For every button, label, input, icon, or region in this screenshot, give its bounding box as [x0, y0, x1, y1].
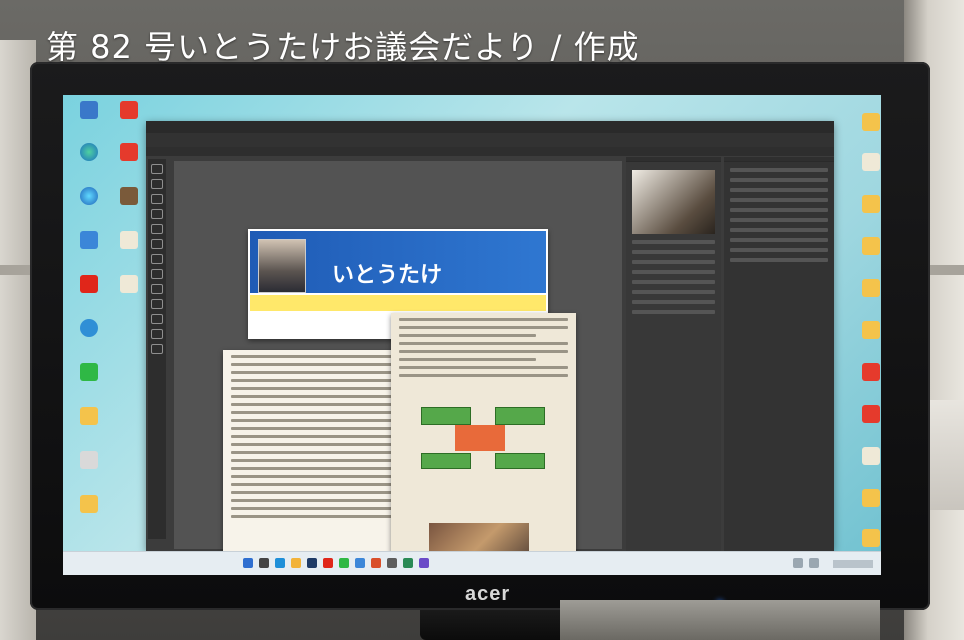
system-tray-icon[interactable] [809, 558, 819, 568]
panel-row [730, 258, 828, 262]
diagram-box [495, 453, 545, 469]
newsletter-header: いとうたけ [250, 231, 546, 293]
eyedropper-tool-icon[interactable] [151, 224, 163, 234]
document-file-icon[interactable] [111, 275, 147, 293]
document-page [391, 313, 576, 575]
folder-icon[interactable] [853, 237, 881, 255]
panel-row [730, 168, 828, 172]
panel-row [730, 218, 828, 222]
clock[interactable] [833, 560, 873, 568]
diagram-box [495, 407, 545, 425]
brush-tool-icon[interactable] [151, 239, 163, 249]
app-icon[interactable] [71, 231, 107, 249]
panel-row [730, 178, 828, 182]
paper-heap [560, 600, 880, 640]
folder-icon[interactable] [853, 489, 881, 507]
document-file-icon[interactable] [111, 231, 147, 249]
folder-icon[interactable] [853, 279, 881, 297]
panel-row [632, 250, 715, 254]
taskbar-app-icon[interactable] [371, 558, 381, 568]
document-file-icon[interactable] [111, 187, 147, 205]
panel-row [730, 198, 828, 202]
gradient-tool-icon[interactable] [151, 284, 163, 294]
panel-row [632, 280, 715, 284]
document-file-icon[interactable] [853, 447, 881, 465]
panel-row [730, 208, 828, 212]
folder-icon[interactable] [853, 321, 881, 339]
monitor-screen: いとうたけ [63, 95, 881, 575]
document-tab[interactable] [146, 147, 834, 156]
app-icon[interactable] [71, 451, 107, 469]
document-file-icon[interactable] [853, 153, 881, 171]
pdf-file-icon[interactable] [853, 363, 881, 381]
panel-row [730, 188, 828, 192]
desktop-icon[interactable] [111, 101, 147, 119]
line-app-icon[interactable] [71, 363, 107, 381]
tools-panel [148, 159, 166, 539]
folder-icon[interactable] [853, 113, 881, 131]
panel-row [632, 240, 715, 244]
monitor-logo: acer [465, 583, 511, 605]
folder-icon[interactable] [71, 495, 107, 513]
taskbar-app-icon[interactable] [355, 558, 365, 568]
properties-panel [724, 157, 834, 551]
menu-bar [146, 121, 834, 133]
taskbar-app-icon[interactable] [419, 558, 429, 568]
options-bar [146, 133, 834, 148]
folder-icon[interactable] [71, 407, 107, 425]
color-swatch-preview [632, 170, 715, 234]
folder-icon[interactable] [853, 529, 881, 547]
taskbar-app-icon[interactable] [339, 558, 349, 568]
crop-tool-icon[interactable] [151, 209, 163, 219]
newsletter-name: いとうたけ [332, 263, 443, 288]
edge-icon[interactable] [71, 187, 107, 205]
folder-icon[interactable] [853, 195, 881, 213]
type-tool-icon[interactable] [151, 314, 163, 324]
panel-row [632, 260, 715, 264]
photo-caption: 第 82 号いとうたけお議会だより / 作成 [46, 28, 640, 66]
councillor-portrait [258, 239, 306, 293]
acrobat-icon[interactable] [71, 275, 107, 293]
panel-row [632, 270, 715, 274]
hand-tool-icon[interactable] [151, 329, 163, 339]
lasso-tool-icon[interactable] [151, 194, 163, 204]
eraser-tool-icon[interactable] [151, 269, 163, 279]
zoom-tool-icon[interactable] [151, 344, 163, 354]
panel-tab[interactable] [626, 157, 721, 162]
acrobat-taskbar-icon[interactable] [323, 558, 333, 568]
layers-panel [626, 157, 721, 551]
system-tray-icon[interactable] [793, 558, 803, 568]
folder-icon[interactable] [291, 558, 301, 568]
panel-tab[interactable] [724, 157, 834, 162]
paper-stack-right [930, 400, 964, 510]
search-icon[interactable] [259, 558, 269, 568]
diagram-box [455, 425, 505, 451]
stamp-tool-icon[interactable] [151, 254, 163, 264]
taskbar [63, 551, 881, 575]
panel-row [730, 228, 828, 232]
newsletter-headline-band [250, 295, 546, 311]
taskbar-app-icon[interactable] [387, 558, 397, 568]
diagram-box [421, 407, 471, 425]
panel-row [632, 290, 715, 294]
move-tool-icon[interactable] [151, 164, 163, 174]
panel-row [730, 238, 828, 242]
photoshop-taskbar-icon[interactable] [307, 558, 317, 568]
pen-tool-icon[interactable] [151, 299, 163, 309]
desktop-icon[interactable] [71, 101, 107, 119]
panel-row [730, 248, 828, 252]
start-icon[interactable] [243, 558, 253, 568]
diagram-box [421, 453, 471, 469]
pdf-file-icon[interactable] [111, 143, 147, 161]
marquee-tool-icon[interactable] [151, 179, 163, 189]
edge-icon[interactable] [71, 143, 107, 161]
pdf-file-icon[interactable] [853, 405, 881, 423]
panel-row [632, 300, 715, 304]
taskbar-app-icon[interactable] [275, 558, 285, 568]
taskbar-app-icon[interactable] [403, 558, 413, 568]
app-icon[interactable] [71, 319, 107, 337]
panel-row [632, 310, 715, 314]
